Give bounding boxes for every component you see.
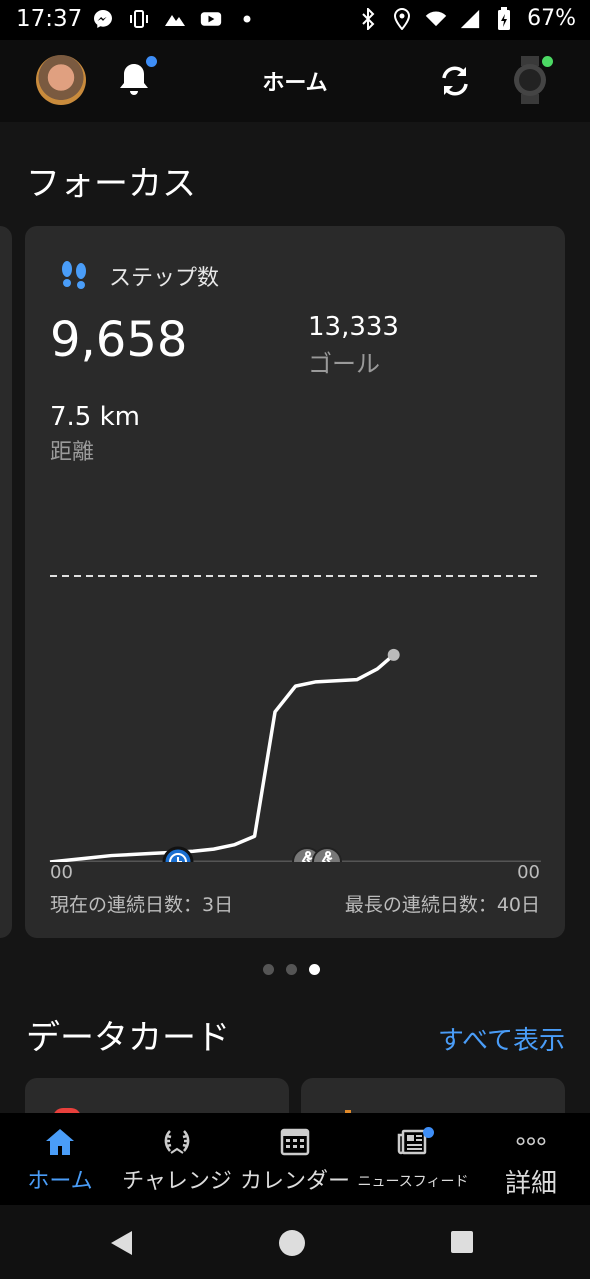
wifi-icon	[425, 8, 447, 30]
recents-icon[interactable]	[450, 1230, 474, 1254]
location-icon	[391, 7, 413, 30]
page-title: ホーム	[262, 71, 328, 96]
messenger-icon	[92, 8, 114, 30]
x-axis-end-label: 00	[517, 862, 540, 883]
steps-series-line	[49, 653, 395, 862]
nav-calendar[interactable]: カレンダー	[236, 1113, 354, 1205]
see-all-link[interactable]: すべて表示	[438, 1020, 565, 1057]
app-bar: ホーム	[0, 40, 590, 122]
card-pager[interactable]	[263, 964, 320, 975]
steps-card[interactable]: ステップ数 9,658 13,333 ゴール 7.5 km 距離 00 00 現…	[25, 226, 565, 938]
current-steps-point	[387, 648, 400, 661]
pager-dot-active[interactable]	[309, 964, 320, 975]
more-notifications-dot-icon	[236, 8, 258, 30]
battery-percent: 67%	[527, 6, 576, 31]
footprints-icon	[62, 261, 86, 289]
pager-dot[interactable]	[263, 964, 274, 975]
sync-icon	[442, 66, 468, 96]
nav-challenges-label: チャレンジ	[122, 1169, 232, 1194]
main-content: フォーカス ステップ数 9,658 13,333 ゴール 7.5 km 距離 0…	[0, 122, 590, 1118]
notification-icons	[92, 8, 258, 30]
focus-section-title: フォーカス	[26, 164, 196, 204]
pager-dot[interactable]	[286, 964, 297, 975]
bluetooth-icon	[357, 7, 379, 30]
nav-more[interactable]: 詳細	[482, 1113, 580, 1205]
current-streak: 現在の連続日数：3日	[50, 894, 234, 916]
data-card-right[interactable]	[301, 1078, 565, 1118]
data-card-left[interactable]	[25, 1078, 289, 1118]
home-circle-icon[interactable]	[278, 1229, 306, 1257]
distance-label: 距離	[50, 440, 95, 465]
distance-value: 7.5 km	[50, 402, 140, 432]
calendar-icon	[280, 1128, 310, 1156]
battery-charging-icon	[493, 6, 515, 30]
goal-value: 13,333	[308, 312, 399, 342]
steps-chart	[49, 575, 541, 862]
device-button[interactable]	[510, 56, 553, 104]
longest-streak: 最長の連続日数：40日	[344, 894, 540, 916]
card-label: ステップ数	[109, 266, 220, 291]
bottom-nav: ホーム チャレンジ カレンダー ニュースフィード 詳細	[0, 1113, 590, 1205]
steps-value: 9,658	[50, 312, 188, 368]
nav-newsfeed[interactable]: ニュースフィード	[354, 1113, 472, 1205]
system-icons: 67%	[357, 6, 576, 31]
nav-newsfeed-label: ニュースフィード	[357, 1174, 469, 1190]
x-axis-start-label: 00	[50, 862, 73, 883]
sleep-marker[interactable]	[162, 846, 194, 862]
data-cards-section-title: データカード	[26, 1018, 230, 1058]
goal-label: ゴール	[308, 350, 380, 378]
walk-activity-marker-2[interactable]	[312, 847, 342, 862]
mountain-icon	[164, 8, 186, 30]
sync-button[interactable]	[436, 62, 474, 100]
phone-vibrate-icon	[128, 8, 150, 30]
cell-signal-icon	[459, 8, 481, 30]
nav-home[interactable]: ホーム	[10, 1113, 110, 1205]
previous-card-edge[interactable]	[0, 226, 12, 938]
status-time: 17:37	[16, 6, 83, 32]
home-icon	[46, 1129, 74, 1155]
newsfeed-badge	[423, 1127, 434, 1138]
nav-challenges[interactable]: チャレンジ	[118, 1113, 236, 1205]
laurel-icon	[164, 1130, 190, 1154]
nav-home-label: ホーム	[27, 1169, 93, 1194]
system-nav-bar	[0, 1205, 590, 1279]
nav-more-label: 詳細	[504, 1169, 557, 1199]
more-icon	[516, 1137, 546, 1146]
youtube-icon	[200, 8, 222, 30]
back-icon[interactable]	[108, 1229, 136, 1257]
status-bar: 17:37 67%	[0, 0, 590, 40]
nav-calendar-label: カレンダー	[239, 1169, 350, 1194]
device-connected-indicator	[542, 56, 553, 67]
